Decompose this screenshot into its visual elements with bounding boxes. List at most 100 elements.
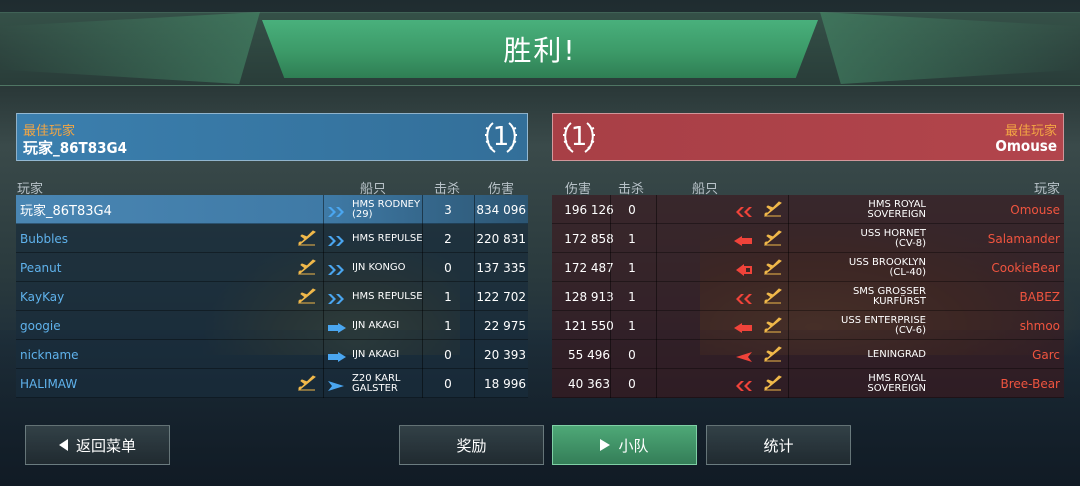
table-row: 玩家_86T83G4 HMS RODNEY (29) 3 834 096	[16, 195, 528, 224]
player-name: nickname	[20, 347, 79, 362]
ship-name-line2: SOVEREIGN	[867, 208, 926, 220]
ship-name-line2: (29)	[352, 208, 373, 220]
aircraft-icon	[764, 375, 782, 392]
ship-name-line2: (CL-40)	[889, 266, 926, 278]
column-divider	[610, 253, 611, 282]
table-row: 121 550 1 USS ENTERPRISE (CV-6) shmoo	[552, 311, 1064, 340]
ship-name-line1: IJN AKAGI	[352, 319, 400, 331]
player-name: Bree-Bear	[1000, 376, 1060, 391]
battleship-icon	[736, 207, 752, 217]
ship-name: HMS RODNEY (29)	[352, 195, 420, 224]
ship-name-line1: HMS REPULSE	[352, 290, 423, 302]
table-row: Bubbles HMS REPULSE 2 220 831	[16, 224, 528, 253]
destroyer-icon	[328, 381, 344, 391]
kills-value: 1	[628, 289, 636, 304]
ship-name: IJN KONGO	[352, 253, 406, 282]
ship-name-line1: HMS ROYAL	[868, 372, 926, 384]
aircraft-icon	[298, 375, 316, 392]
column-divider	[474, 311, 475, 340]
aircraft-icon-wrap	[298, 375, 316, 395]
column-divider	[788, 369, 789, 398]
column-divider	[788, 282, 789, 311]
back-to-menu-button[interactable]: 返回菜单	[25, 425, 170, 465]
column-divider	[323, 224, 324, 253]
ship-name: Z20 KARL GALSTER	[352, 369, 401, 398]
kills-value: 1	[628, 318, 636, 333]
battleship-icon	[736, 381, 752, 391]
damage-value: 22 975	[484, 318, 526, 333]
right-score-wreath: 1	[559, 117, 599, 157]
column-divider	[610, 195, 611, 224]
ship-name-line2: (CV-6)	[894, 324, 926, 336]
ship-name: HMS ROYAL SOVEREIGN	[867, 369, 926, 398]
aircraft-icon-wrap	[298, 230, 316, 250]
aircraft-icon-wrap	[764, 317, 782, 337]
rewards-button-label: 奖励	[456, 436, 487, 455]
right-team-table: 196 126 0 HMS ROYAL SOVEREIGN Omouse 172 858 1…	[552, 195, 1064, 398]
table-row: 196 126 0 HMS ROYAL SOVEREIGN Omouse	[552, 195, 1064, 224]
rewards-button[interactable]: 奖励	[399, 425, 544, 465]
column-divider	[788, 253, 789, 282]
damage-value: 137 335	[476, 260, 526, 275]
carrier-icon	[328, 352, 346, 362]
ship-name: USS BROOKLYN (CL-40)	[849, 253, 926, 282]
kills-value: 3	[444, 202, 452, 217]
ship-class-icon-wrap	[328, 203, 348, 222]
left-score-wreath: 1	[481, 117, 521, 157]
ship-name-line1: LENINGRAD	[867, 348, 926, 360]
ship-name: HMS ROYAL SOVEREIGN	[867, 195, 926, 224]
aircraft-icon-wrap	[764, 346, 782, 366]
damage-value: 834 096	[476, 202, 526, 217]
battleship-icon	[736, 294, 752, 304]
aircraft-icon	[764, 317, 782, 334]
battleship-icon	[328, 207, 344, 217]
victory-banner: 胜利!	[262, 20, 818, 78]
cruiser-icon	[736, 264, 752, 276]
player-name: Salamander	[987, 231, 1060, 246]
aircraft-icon	[764, 288, 782, 305]
column-divider	[788, 195, 789, 224]
page-title: 胜利!	[503, 34, 577, 67]
destroyer-icon	[736, 352, 752, 362]
ship-class-icon-wrap	[732, 348, 752, 367]
table-row: 172 858 1 USS HORNET (CV-8) Salamander	[552, 224, 1064, 253]
ship-name: IJN AKAGI	[352, 311, 399, 340]
ship-name-line1: Z20 KARL	[352, 372, 401, 384]
ship-name-line2: GALSTER	[352, 382, 398, 394]
column-divider	[474, 282, 475, 311]
player-name: KayKay	[20, 289, 65, 304]
column-divider	[788, 340, 789, 369]
column-divider	[656, 224, 657, 253]
ship-name-line2: SOVEREIGN	[867, 382, 926, 394]
table-row: HALIMAW Z20 KARL GALSTER 0 18 996	[16, 369, 528, 398]
ship-name: HMS REPULSE	[352, 282, 423, 311]
stats-button[interactable]: 统计	[706, 425, 851, 465]
player-name: HALIMAW	[20, 376, 78, 391]
ship-name-line1: HMS RODNEY	[352, 198, 421, 210]
squad-button[interactable]: 小队	[552, 425, 697, 465]
column-divider	[323, 195, 324, 224]
aircraft-icon-wrap	[764, 375, 782, 395]
ship-class-icon-wrap	[328, 232, 348, 251]
damage-value: 122 702	[476, 289, 526, 304]
ship-class-icon-wrap	[732, 377, 752, 396]
kills-value: 0	[444, 260, 452, 275]
aircraft-icon-wrap	[764, 288, 782, 308]
aircraft-icon-wrap	[298, 259, 316, 279]
player-name: shmoo	[1019, 318, 1060, 333]
player-name: BABEZ	[1019, 289, 1060, 304]
column-divider	[656, 340, 657, 369]
kills-value: 1	[444, 318, 452, 333]
left-team-table: 玩家_86T83G4 HMS RODNEY (29) 3 834 096 Bubbles H…	[16, 195, 528, 398]
ship-class-icon-wrap	[732, 290, 752, 309]
column-divider	[610, 311, 611, 340]
kills-value: 0	[628, 202, 636, 217]
play-arrow-icon	[600, 439, 611, 451]
column-divider	[656, 282, 657, 311]
back-arrow-icon	[58, 439, 68, 451]
ship-class-icon-wrap	[328, 261, 348, 280]
table-row: Peanut IJN KONGO 0 137 335	[16, 253, 528, 282]
ship-class-icon-wrap	[328, 319, 348, 338]
ship-name: IJN AKAGI	[352, 340, 399, 369]
column-divider	[656, 253, 657, 282]
